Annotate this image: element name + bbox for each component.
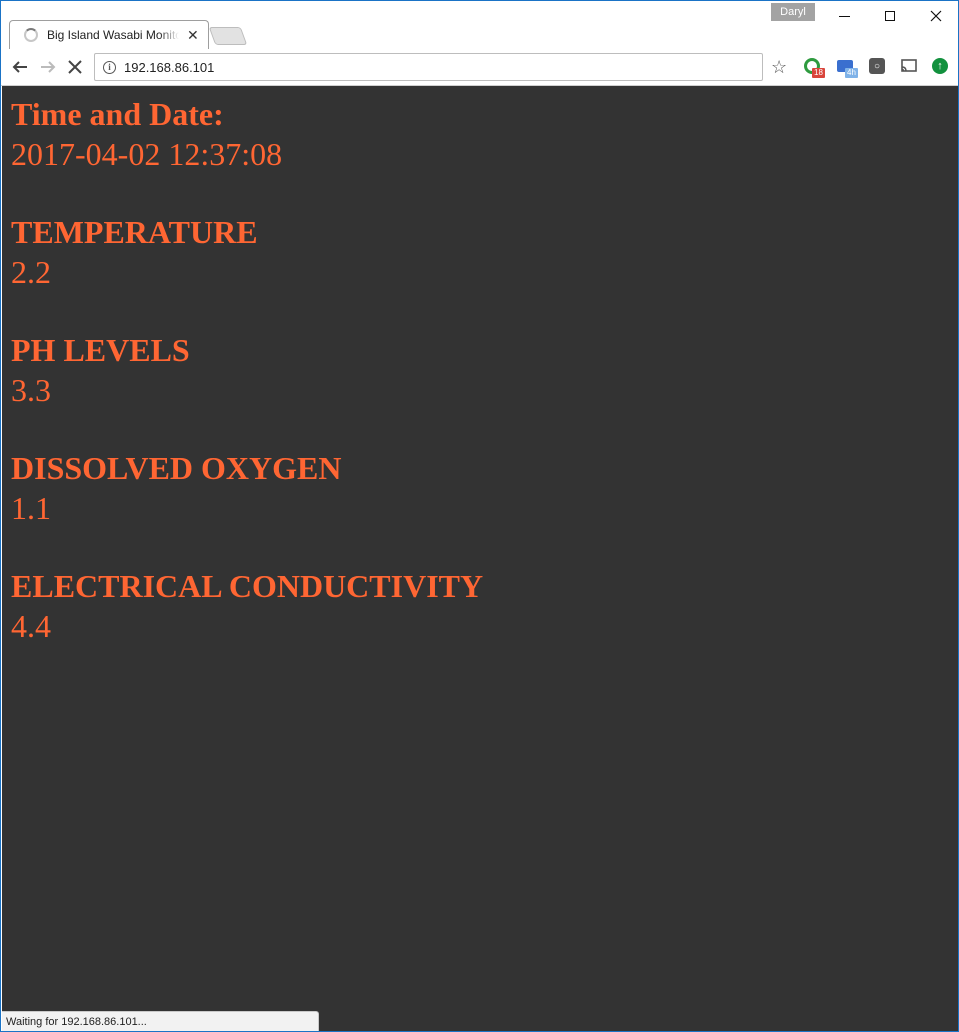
blue-window-extension-icon[interactable]: 4h	[837, 58, 858, 78]
new-tab-button[interactable]	[208, 27, 248, 45]
section-electrical-conductivity: ELECTRICAL CONDUCTIVITY 4.4	[11, 566, 949, 646]
stop-icon	[68, 60, 82, 74]
maximize-icon	[885, 11, 895, 21]
address-bar[interactable]: i 192.168.86.101	[94, 53, 763, 81]
cast-icon[interactable]	[900, 58, 918, 76]
site-info-icon[interactable]: i	[103, 60, 116, 74]
bookmark-star-icon[interactable]: ☆	[771, 57, 787, 78]
tab-strip: Big Island Wasabi Monitor ✕ Daryl	[1, 1, 958, 49]
extension-badge: 18	[812, 68, 825, 78]
profile-button[interactable]: Daryl	[771, 3, 815, 21]
tab-close-icon[interactable]: ✕	[187, 27, 199, 43]
section-label: DISSOLVED OXYGEN	[11, 450, 342, 486]
section-label: ELECTRICAL CONDUCTIVITY	[11, 568, 484, 604]
url-text: 192.168.86.101	[124, 59, 215, 75]
section-dissolved-oxygen: DISSOLVED OXYGEN 1.1	[11, 448, 949, 528]
status-bubble: Waiting for 192.168.86.101...	[2, 1011, 319, 1031]
maximize-button[interactable]	[867, 1, 913, 31]
page-content: Time and Date: 2017-04-02 12:37:08 TEMPE…	[2, 86, 958, 1031]
minimize-button[interactable]	[821, 1, 867, 31]
green-ring-extension-icon[interactable]: 18	[804, 58, 825, 78]
tab-active[interactable]: Big Island Wasabi Monitor ✕	[9, 20, 209, 49]
section-value: 4.4	[11, 608, 51, 644]
arrow-left-icon	[12, 61, 27, 73]
browser-toolbar: i 192.168.86.101 ☆ 18 4h ○ ↑	[1, 49, 958, 86]
section-label: TEMPERATURE	[11, 214, 258, 250]
back-button[interactable]	[9, 56, 31, 78]
section-value: 1.1	[11, 490, 51, 526]
green-upload-extension-icon[interactable]: ↑	[932, 58, 950, 76]
browser-window: Big Island Wasabi Monitor ✕ Daryl i 192.…	[0, 0, 959, 1032]
close-icon	[930, 10, 942, 22]
extension-badge: 4h	[845, 68, 858, 78]
loading-spinner-icon	[24, 28, 38, 42]
section-value: 2.2	[11, 254, 51, 290]
forward-button[interactable]	[37, 56, 59, 78]
arrow-right-icon	[41, 61, 56, 73]
section-ph-levels: PH LEVELS 3.3	[11, 330, 949, 410]
stop-loading-button[interactable]	[64, 56, 86, 78]
bulb-extension-icon[interactable]: ○	[869, 58, 887, 76]
section-label: Time and Date:	[11, 96, 224, 132]
section-temperature: TEMPERATURE 2.2	[11, 212, 949, 292]
section-value: 3.3	[11, 372, 51, 408]
close-window-button[interactable]	[913, 1, 958, 31]
section-value: 2017-04-02 12:37:08	[11, 136, 283, 172]
tab-title: Big Island Wasabi Monitor	[47, 28, 179, 42]
section-time-date: Time and Date: 2017-04-02 12:37:08	[11, 94, 949, 174]
minimize-icon	[838, 15, 850, 17]
section-label: PH LEVELS	[11, 332, 190, 368]
